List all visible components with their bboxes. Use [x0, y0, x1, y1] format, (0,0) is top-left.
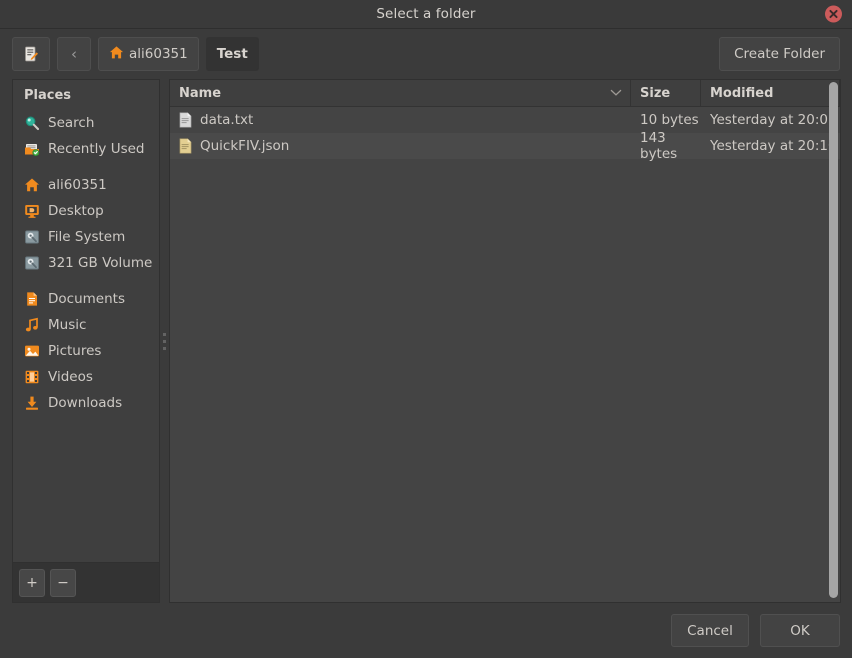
remove-bookmark-button[interactable]: −: [50, 568, 76, 597]
file-list-pane: Name Size Modified data.txt 10 bytes Yes…: [169, 79, 841, 603]
text-file-icon: [179, 112, 192, 128]
search-icon: [24, 115, 40, 131]
sidebar-separator: [13, 162, 159, 172]
recent-folder-icon: [24, 141, 40, 157]
sidebar-item-label: Music: [48, 317, 87, 333]
sidebar-item-downloads[interactable]: Downloads: [13, 390, 159, 416]
sidebar-item-volume[interactable]: 321 GB Volume: [13, 250, 159, 276]
file-modified: Yesterday at 20:03: [710, 112, 837, 128]
places-header: Places: [24, 88, 72, 103]
sidebar-item-label: Documents: [48, 291, 125, 307]
main-body: Places Search Recently Used ali60351 Des…: [0, 79, 852, 603]
sidebar-item-recently-used[interactable]: Recently Used: [13, 136, 159, 162]
json-file-icon: [179, 138, 192, 154]
sidebar-item-label: Search: [48, 115, 95, 131]
sidebar-item-desktop[interactable]: Desktop: [13, 198, 159, 224]
sidebar-item-label: ali60351: [48, 177, 107, 193]
video-icon: [24, 369, 40, 385]
column-header-label: Name: [179, 85, 222, 101]
file-name: QuickFIV.json: [200, 138, 290, 154]
file-size: 143 bytes: [640, 130, 678, 162]
column-header-label: Size: [640, 85, 671, 101]
sidebar-item-home[interactable]: ali60351: [13, 172, 159, 198]
table-row[interactable]: data.txt 10 bytes Yesterday at 20:03: [170, 107, 840, 133]
sidebar-item-videos[interactable]: Videos: [13, 364, 159, 390]
home-icon: [24, 177, 40, 193]
breadcrumb-label: Test: [216, 46, 248, 62]
file-rows: data.txt 10 bytes Yesterday at 20:03 Qui…: [170, 107, 840, 602]
vertical-scrollbar[interactable]: [829, 82, 838, 598]
download-icon: [24, 395, 40, 411]
drive-icon: [24, 255, 40, 271]
sidebar-item-pictures[interactable]: Pictures: [13, 338, 159, 364]
cancel-button[interactable]: Cancel: [671, 614, 749, 647]
home-icon: [109, 45, 124, 64]
chevron-left-icon: ‹: [71, 44, 77, 63]
sidebar-item-label: 321 GB Volume: [48, 255, 153, 271]
table-row[interactable]: QuickFIV.json 143 bytes Yesterday at 20:…: [170, 130, 840, 162]
title-bar: Select a folder: [0, 0, 852, 29]
breadcrumb-item-home[interactable]: ali60351: [98, 37, 199, 71]
file-name-cell: QuickFIV.json: [170, 138, 631, 154]
file-name-cell: data.txt: [170, 112, 631, 128]
splitter-grip-icon: [163, 332, 166, 350]
file-name: data.txt: [200, 112, 254, 128]
column-header-size[interactable]: Size: [631, 80, 701, 106]
column-header-label: Modified: [710, 85, 774, 101]
sidebar-item-label: Desktop: [48, 203, 104, 219]
bookmark-toolbar: + −: [13, 562, 159, 602]
file-list-header: Name Size Modified: [170, 80, 840, 107]
sidebar-separator: [13, 276, 159, 286]
sidebar-item-label: Recently Used: [48, 141, 145, 157]
sidebar-item-music[interactable]: Music: [13, 312, 159, 338]
pictures-icon: [24, 343, 40, 359]
file-modified: Yesterday at 20:10: [710, 138, 837, 154]
file-size: 10 bytes: [640, 112, 699, 128]
places-sidebar: Places Search Recently Used ali60351 Des…: [12, 79, 160, 603]
sidebar-item-label: File System: [48, 229, 126, 245]
sidebar-item-search[interactable]: Search: [13, 110, 159, 136]
music-icon: [24, 317, 40, 333]
chevron-down-icon: [610, 86, 622, 101]
sidebar-item-label: Downloads: [48, 395, 123, 411]
sidebar-item-label: Pictures: [48, 343, 102, 359]
sidebar-item-file-system[interactable]: File System: [13, 224, 159, 250]
create-folder-button[interactable]: Create Folder: [719, 37, 840, 71]
window-title: Select a folder: [376, 6, 476, 22]
toolbar: ‹ ali60351 Test Create Folder: [0, 29, 852, 79]
pane-splitter[interactable]: [160, 79, 169, 603]
breadcrumb-item-current[interactable]: Test: [205, 37, 259, 71]
desktop-icon: [24, 203, 40, 219]
sidebar-item-documents[interactable]: Documents: [13, 286, 159, 312]
add-bookmark-button[interactable]: +: [19, 568, 45, 597]
close-icon[interactable]: [825, 5, 842, 23]
back-button[interactable]: ‹: [57, 37, 91, 71]
ok-button[interactable]: OK: [760, 614, 840, 647]
dialog-footer: Cancel OK: [0, 603, 852, 658]
document-edit-icon[interactable]: [12, 37, 50, 71]
drive-icon: [24, 229, 40, 245]
places-list: Places Search Recently Used ali60351 Des…: [13, 80, 159, 562]
column-header-modified[interactable]: Modified: [701, 80, 840, 106]
column-header-name[interactable]: Name: [170, 80, 631, 106]
sidebar-item-label: Videos: [48, 369, 93, 385]
document-icon: [24, 291, 40, 307]
scrollbar-thumb[interactable]: [829, 82, 838, 598]
breadcrumb-label: ali60351: [129, 46, 188, 62]
